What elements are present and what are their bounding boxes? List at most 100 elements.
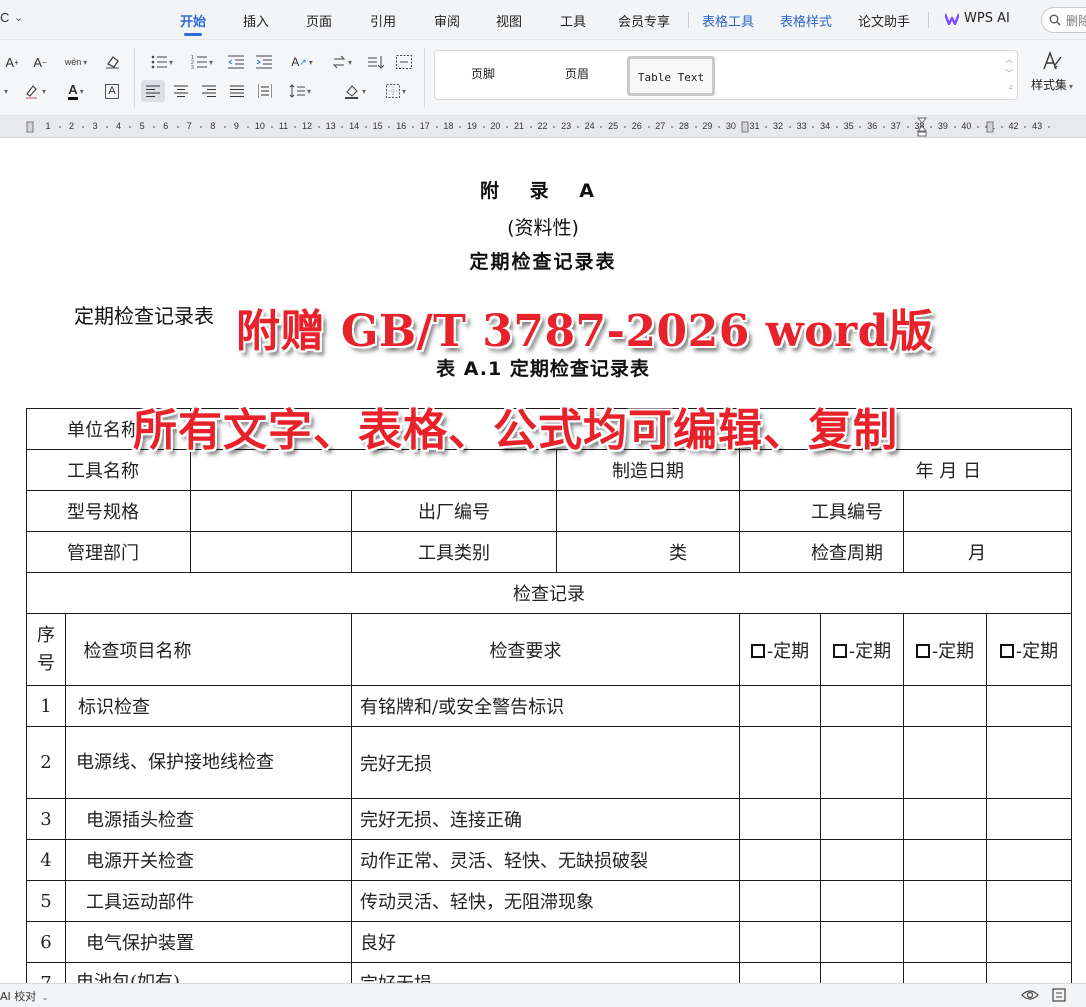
periodic-header[interactable]: -定期 xyxy=(986,613,1073,686)
tab-references[interactable]: 引用 xyxy=(370,11,396,30)
check-cell[interactable] xyxy=(820,962,905,983)
search-input[interactable]: 删除 xyxy=(1041,7,1086,33)
check-cell[interactable] xyxy=(820,726,905,799)
check-cell[interactable] xyxy=(820,880,905,922)
check-cell[interactable] xyxy=(739,839,822,881)
check-cell[interactable] xyxy=(739,726,822,799)
check-cell[interactable] xyxy=(986,921,1073,963)
tab-table-tools[interactable]: 表格工具 xyxy=(702,11,754,30)
periodic-header[interactable]: -定期 xyxy=(903,613,988,686)
checkbox-icon[interactable] xyxy=(999,643,1014,658)
quick-access[interactable]: C ⌄ xyxy=(0,10,23,25)
horizontal-ruler[interactable]: 1 2 3 4 5 6 7 8 9 10 11 12 13 14 15 16 17 18 19 20 21 22 23 24 2… xyxy=(0,116,1086,138)
check-cell[interactable] xyxy=(903,962,988,983)
table-cell[interactable] xyxy=(555,490,741,532)
periodic-header[interactable]: -定期 xyxy=(739,613,822,686)
ruler-column-marker-icon[interactable] xyxy=(985,117,995,137)
inspection-cycle-value[interactable]: 月 xyxy=(903,531,1073,573)
table-cell[interactable] xyxy=(903,490,1073,532)
sort-direction-icon[interactable]: ▾ xyxy=(327,51,357,73)
style-header[interactable]: 页眉 xyxy=(565,65,589,82)
shading-icon[interactable]: ▾ xyxy=(340,80,370,102)
styles-set-button[interactable]: 样式集 ▾ xyxy=(1027,50,1077,93)
align-right-icon[interactable] xyxy=(200,80,218,102)
periodic-header[interactable]: -定期 xyxy=(820,613,905,686)
check-cell[interactable] xyxy=(903,726,988,799)
tool-category-label: 工具类别 xyxy=(351,531,557,573)
tab-view[interactable]: 视图 xyxy=(496,11,522,30)
tab-tools[interactable]: 工具 xyxy=(560,11,586,30)
tab-member[interactable]: 会员专享 xyxy=(618,11,670,30)
underline-dropdown-icon[interactable]: ▾ xyxy=(0,80,10,102)
check-cell[interactable] xyxy=(739,921,822,963)
char-border-icon[interactable]: A xyxy=(103,80,121,102)
tab-paper-assistant[interactable]: 论文助手 xyxy=(858,11,910,30)
ruler-column-marker-icon[interactable] xyxy=(740,117,750,137)
distributed-align-icon[interactable] xyxy=(256,80,274,102)
ai-proofread-button[interactable]: AI 校对 ⌄ xyxy=(0,988,48,1004)
ruler-margin-marker-icon[interactable] xyxy=(25,117,35,137)
text-direction-icon[interactable]: A ↗ ▾ xyxy=(286,51,318,73)
justify-icon[interactable] xyxy=(228,80,246,102)
checkbox-icon[interactable] xyxy=(750,643,765,658)
check-cell[interactable] xyxy=(739,962,822,983)
gallery-scroll-down-icon[interactable]: ﹀ xyxy=(1005,68,1013,79)
decrease-indent-icon[interactable] xyxy=(227,51,245,73)
checkbox-icon[interactable] xyxy=(832,643,847,658)
check-cell[interactable] xyxy=(986,839,1073,881)
check-cell[interactable] xyxy=(820,798,905,840)
font-shrink-icon[interactable]: A − xyxy=(32,51,48,73)
show-marks-icon[interactable] xyxy=(395,51,413,73)
font-color-icon[interactable]: A ▾ xyxy=(60,80,92,102)
check-cell[interactable] xyxy=(739,880,822,922)
check-cell[interactable] xyxy=(820,839,905,881)
gallery-expand-icon[interactable]: ⩡ xyxy=(1008,83,1013,93)
align-left-icon[interactable] xyxy=(141,80,165,102)
check-cell[interactable] xyxy=(903,798,988,840)
check-cell[interactable] xyxy=(986,726,1073,799)
check-cell[interactable] xyxy=(820,685,905,727)
row-number: 3 xyxy=(26,798,66,840)
chevron-down-icon[interactable]: ⌄ xyxy=(14,11,23,24)
check-cell[interactable] xyxy=(986,798,1073,840)
check-cell[interactable] xyxy=(739,798,822,840)
page-view-icon[interactable] xyxy=(1052,988,1066,1002)
check-cell[interactable] xyxy=(820,921,905,963)
checkbox-icon[interactable] xyxy=(915,643,930,658)
item-name: 电池包(如有) xyxy=(65,962,352,983)
tab-table-style[interactable]: 表格样式 xyxy=(780,11,832,30)
check-cell[interactable] xyxy=(903,880,988,922)
ruler-indent-marker-icon[interactable] xyxy=(917,117,927,137)
increase-indent-icon[interactable] xyxy=(255,51,273,73)
style-footer[interactable]: 页脚 xyxy=(471,65,495,82)
bullet-list-icon[interactable]: ▾ xyxy=(146,51,178,73)
tab-review[interactable]: 审阅 xyxy=(434,11,460,30)
check-cell[interactable] xyxy=(903,685,988,727)
tab-home[interactable]: 开始 xyxy=(180,11,206,36)
check-cell[interactable] xyxy=(986,685,1073,727)
check-cell[interactable] xyxy=(986,880,1073,922)
document-workspace: 附 录 A (资料性) 定期检查记录表 定期检查记录表 表 A.1 定期检查记录… xyxy=(0,138,1086,983)
tab-insert[interactable]: 插入 xyxy=(243,11,269,30)
tool-category-value[interactable]: 类 xyxy=(555,531,741,573)
check-cell[interactable] xyxy=(986,962,1073,983)
phonetic-guide-icon[interactable]: wén ▾ xyxy=(60,51,92,73)
numbered-list-icon[interactable]: 1 2 3 ▾ xyxy=(186,51,218,73)
tab-page[interactable]: 页面 xyxy=(306,11,332,30)
table-cell[interactable] xyxy=(190,531,352,573)
sort-icon[interactable] xyxy=(367,51,385,73)
style-table-text[interactable]: Table Text xyxy=(627,56,715,96)
gallery-scroll-up-icon[interactable]: ︿ xyxy=(1005,54,1013,65)
font-grow-icon[interactable]: A + xyxy=(4,51,20,73)
clear-format-icon[interactable] xyxy=(103,51,121,73)
reading-mode-icon[interactable] xyxy=(1021,988,1039,1002)
tab-wps-ai[interactable]: WPS AI xyxy=(964,11,1010,26)
check-cell[interactable] xyxy=(903,921,988,963)
check-cell[interactable] xyxy=(903,839,988,881)
border-icon[interactable]: ▾ xyxy=(381,80,411,102)
highlight-icon[interactable]: ▾ xyxy=(20,80,50,102)
table-cell[interactable] xyxy=(190,490,352,532)
align-center-icon[interactable] xyxy=(172,80,190,102)
line-spacing-icon[interactable]: ▾ xyxy=(284,80,316,102)
check-cell[interactable] xyxy=(739,685,822,727)
